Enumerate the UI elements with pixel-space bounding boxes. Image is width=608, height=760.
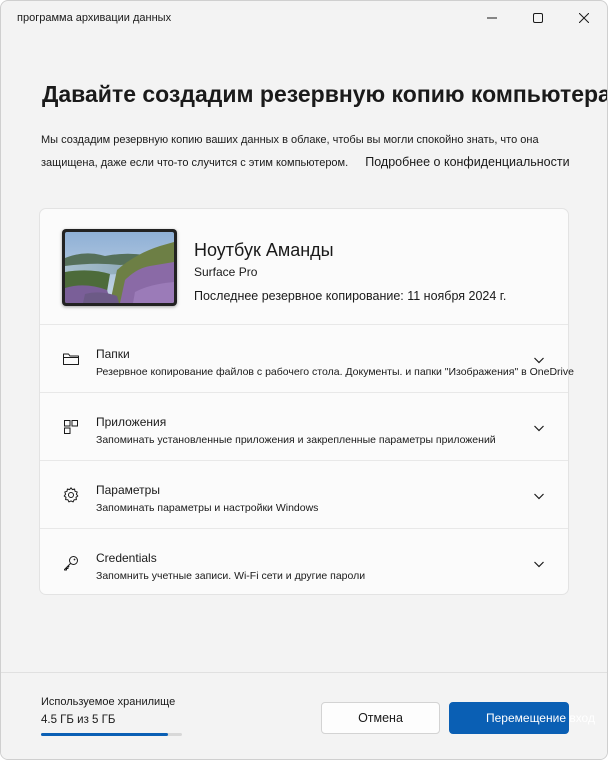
section-apps[interactable]: Приложения Запоминать установленные прил… <box>40 393 568 461</box>
section-title: Папки <box>96 347 130 361</box>
device-image <box>62 229 177 306</box>
minimize-icon <box>487 17 497 19</box>
storage-label: Используемое хранилище <box>41 696 176 708</box>
cancel-button[interactable]: Отмена <box>321 702 440 734</box>
storage-progress-bar <box>41 733 182 736</box>
storage-value: 4.5 ГБ из 5 ГБ <box>41 714 116 726</box>
device-name: Ноутбук Аманды <box>194 240 334 260</box>
window-title: программа архивации данных <box>17 12 172 24</box>
page-title: Давайте создадим резервную копию компьют… <box>42 81 608 107</box>
section-description: Запоминать установленные приложения и за… <box>96 434 496 446</box>
section-description: Запоминать параметры и настройки Windows <box>96 502 319 514</box>
chevron-down-icon[interactable] <box>532 557 546 571</box>
footer: Используемое хранилище 4.5 ГБ из 5 ГБ От… <box>1 672 607 759</box>
last-backup-date: Последнее резервное копирование: 11 нояб… <box>194 289 507 303</box>
minimize-button[interactable] <box>469 1 515 35</box>
section-description: Запомнить учетные записи. Wi-Fi сети и д… <box>96 570 366 582</box>
close-icon <box>579 13 589 23</box>
maximize-icon <box>533 13 543 23</box>
chevron-down-icon[interactable] <box>532 353 546 367</box>
apps-icon <box>64 420 78 434</box>
backup-window: программа архивации данных Давайте созда… <box>0 0 608 760</box>
chevron-down-icon[interactable] <box>532 421 546 435</box>
folder-icon <box>63 353 79 365</box>
title-bar[interactable]: программа архивации данных <box>1 1 607 35</box>
intro-text: Мы создадим резервную копию ваших данных… <box>41 129 597 174</box>
section-folders[interactable]: Папки Резервное копирование файлов с раб… <box>40 325 574 393</box>
section-description: Резервное копирование файлов с рабочего … <box>96 366 574 378</box>
maximize-button[interactable] <box>515 1 561 35</box>
section-title: Приложения <box>96 415 167 429</box>
landscape-wallpaper-icon <box>65 232 174 303</box>
key-icon <box>64 556 78 571</box>
close-button[interactable] <box>561 1 607 35</box>
section-credentials[interactable]: Credentials Запомнить учетные записи. Wi… <box>40 529 568 597</box>
chevron-down-icon[interactable] <box>532 489 546 503</box>
gear-icon <box>63 487 79 503</box>
section-title: Credentials <box>96 551 157 565</box>
sign-in-button[interactable]: Перемещение вход <box>449 702 595 734</box>
privacy-link[interactable]: Подробнее о конфиденциальности <box>365 155 569 169</box>
storage-progress-fill <box>41 733 168 736</box>
device-model: Surface Pro <box>194 265 258 279</box>
section-title: Параметры <box>96 483 160 497</box>
backup-card: Ноутбук Аманды Surface Pro Последнее рез… <box>39 208 574 597</box>
device-summary: Ноутбук Аманды Surface Pro Последнее рез… <box>40 209 568 325</box>
section-settings[interactable]: Параметры Запоминать параметры и настрой… <box>40 461 568 529</box>
